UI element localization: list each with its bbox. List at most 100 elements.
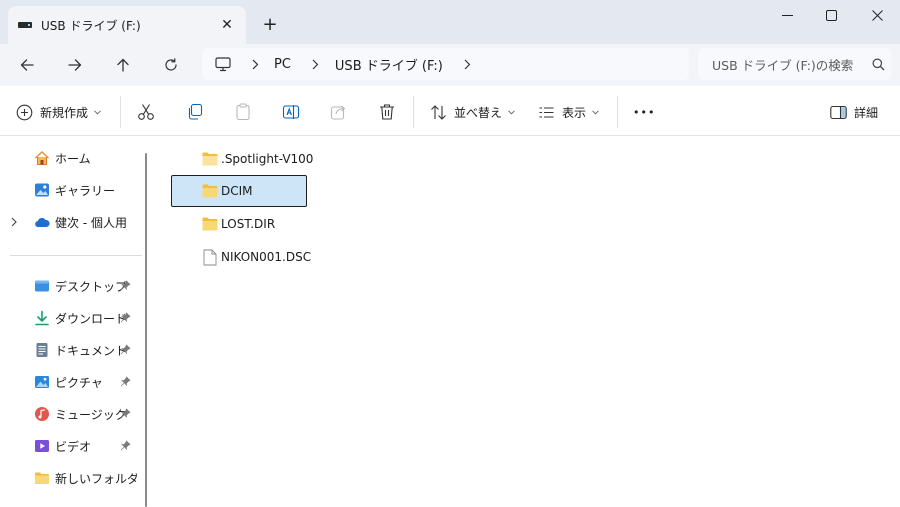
breadcrumb-pc[interactable]: PC bbox=[274, 57, 291, 72]
chevron-right-icon[interactable] bbox=[463, 59, 473, 70]
videos-icon bbox=[35, 440, 49, 452]
sidebar-item-label: ダウンロード bbox=[55, 312, 128, 326]
address-toolbar: PC USB ドライブ (F:) USB ドライブ (F:)の検索 bbox=[0, 44, 900, 86]
sidebar-item-label: 健次 - 個人用 bbox=[55, 216, 127, 230]
desktop-icon bbox=[35, 280, 49, 292]
sidebar-item-home[interactable]: ホーム bbox=[0, 145, 145, 171]
folder-icon bbox=[202, 217, 218, 231]
list-item-folder[interactable]: .Spotlight-V100 bbox=[171, 143, 313, 175]
sidebar-item-documents[interactable]: ドキュメント bbox=[0, 337, 145, 363]
minimize-button[interactable] bbox=[764, 0, 810, 30]
sidebar-item-label: デスクトップ bbox=[55, 280, 128, 294]
details-pane-button[interactable]: 詳細 bbox=[830, 98, 878, 126]
search-box[interactable]: USB ドライブ (F:)の検索 bbox=[698, 48, 891, 80]
sidebar-item-pictures[interactable]: ピクチャ bbox=[0, 369, 145, 395]
folder-icon bbox=[35, 472, 49, 484]
file-icon bbox=[203, 249, 217, 265]
breadcrumb-usb-drive[interactable]: USB ドライブ (F:) bbox=[335, 55, 443, 74]
address-bar[interactable]: PC USB ドライブ (F:) bbox=[202, 48, 689, 80]
folder-icon bbox=[202, 184, 218, 198]
refresh-icon bbox=[165, 58, 177, 71]
share-icon bbox=[330, 105, 346, 120]
copy-icon bbox=[188, 103, 203, 120]
maximize-icon bbox=[825, 9, 837, 21]
sidebar-item-gallery[interactable]: ギャラリー bbox=[0, 177, 145, 203]
arrow-right-icon bbox=[68, 59, 82, 71]
toolbar-divider bbox=[413, 96, 414, 128]
chevron-right-icon[interactable] bbox=[11, 217, 17, 227]
file-list: .Spotlight-V100 DCIM LOST.DIR NIKON001.D… bbox=[153, 137, 900, 507]
gallery-icon bbox=[35, 183, 49, 197]
search-input[interactable]: USB ドライブ (F:)の検索 bbox=[712, 55, 865, 74]
tab-close-button[interactable]: ✕ bbox=[216, 14, 238, 36]
chevron-right-icon bbox=[311, 59, 321, 70]
usb-drive-icon bbox=[18, 22, 32, 28]
cut-button[interactable] bbox=[137, 98, 155, 126]
pc-icon bbox=[214, 55, 232, 73]
sort-icon bbox=[431, 104, 446, 120]
up-button[interactable] bbox=[109, 51, 137, 79]
paste-button[interactable] bbox=[234, 98, 252, 126]
pin-icon[interactable] bbox=[120, 440, 131, 451]
refresh-button[interactable] bbox=[157, 51, 185, 79]
pictures-icon bbox=[35, 376, 49, 388]
sort-button[interactable]: 並べ替え bbox=[430, 98, 515, 126]
sidebar-item-label: ホーム bbox=[55, 152, 91, 166]
sidebar-scrollbar[interactable] bbox=[145, 153, 147, 507]
toolbar-divider bbox=[120, 96, 121, 128]
onedrive-icon bbox=[35, 217, 50, 227]
sidebar-item-label: ミュージック bbox=[55, 408, 127, 422]
title-bar: USB ドライブ (F:) ✕ + bbox=[0, 0, 900, 44]
arrow-up-icon bbox=[117, 58, 129, 72]
sidebar-item-desktop[interactable]: デスクトップ bbox=[0, 273, 145, 299]
home-icon bbox=[34, 150, 50, 165]
delete-button[interactable] bbox=[378, 98, 396, 126]
pin-icon[interactable] bbox=[120, 280, 131, 291]
list-item-file[interactable]: NIKON001.DSC bbox=[171, 241, 311, 273]
copy-button[interactable] bbox=[186, 98, 204, 126]
pin-icon[interactable] bbox=[120, 344, 131, 355]
close-icon bbox=[871, 9, 883, 21]
list-item-folder-selected[interactable]: DCIM bbox=[171, 175, 307, 207]
sidebar-item-new-folder[interactable]: 新しいフォルダー ( bbox=[0, 465, 145, 491]
details-pane-icon bbox=[830, 105, 847, 119]
command-bar: 新規作成 並べ替え 表示 ••• 詳細 bbox=[0, 86, 900, 136]
new-button-label: 新規作成 bbox=[40, 105, 89, 120]
file-name: DCIM bbox=[221, 184, 253, 198]
chevron-down-icon bbox=[508, 109, 515, 115]
sidebar-item-label: 新しいフォルダー ( bbox=[55, 472, 137, 486]
more-options-button[interactable]: ••• bbox=[633, 98, 655, 126]
search-icon bbox=[865, 58, 891, 71]
chevron-right-icon bbox=[250, 59, 260, 70]
forward-button[interactable] bbox=[61, 51, 89, 79]
sort-button-label: 並べ替え bbox=[454, 105, 503, 120]
list-view-icon bbox=[539, 106, 554, 118]
navigation-pane: ホーム ギャラリー 健次 - 個人用 デスクトップ ダウンロード ドキュメント … bbox=[0, 137, 152, 507]
close-window-button[interactable] bbox=[854, 0, 900, 30]
list-item-folder[interactable]: LOST.DIR bbox=[171, 208, 307, 240]
scissors-icon bbox=[138, 104, 154, 120]
pin-icon[interactable] bbox=[120, 312, 131, 323]
view-button[interactable]: 表示 bbox=[538, 98, 599, 126]
tab-usb-drive[interactable]: USB ドライブ (F:) ✕ bbox=[8, 6, 246, 44]
sidebar-item-onedrive[interactable]: 健次 - 個人用 bbox=[0, 209, 145, 235]
rename-icon bbox=[282, 105, 300, 119]
view-button-label: 表示 bbox=[562, 105, 587, 120]
plus-circle-icon bbox=[16, 104, 33, 120]
trash-icon bbox=[380, 104, 394, 120]
new-tab-button[interactable]: + bbox=[258, 12, 282, 36]
back-button[interactable] bbox=[13, 51, 41, 79]
sidebar-item-downloads[interactable]: ダウンロード bbox=[0, 305, 145, 331]
sidebar-item-music[interactable]: ミュージック bbox=[0, 401, 145, 427]
new-button[interactable]: 新規作成 bbox=[16, 98, 101, 126]
pin-icon[interactable] bbox=[120, 376, 131, 387]
documents-icon bbox=[36, 343, 48, 357]
pin-icon[interactable] bbox=[120, 408, 131, 419]
file-name: LOST.DIR bbox=[221, 217, 276, 231]
tab-title: USB ドライブ (F:) bbox=[41, 18, 141, 33]
sidebar-item-videos[interactable]: ビデオ bbox=[0, 433, 145, 459]
share-button[interactable] bbox=[330, 98, 348, 126]
chevron-down-icon bbox=[94, 109, 101, 115]
rename-button[interactable] bbox=[282, 98, 300, 126]
maximize-button[interactable] bbox=[808, 0, 854, 30]
